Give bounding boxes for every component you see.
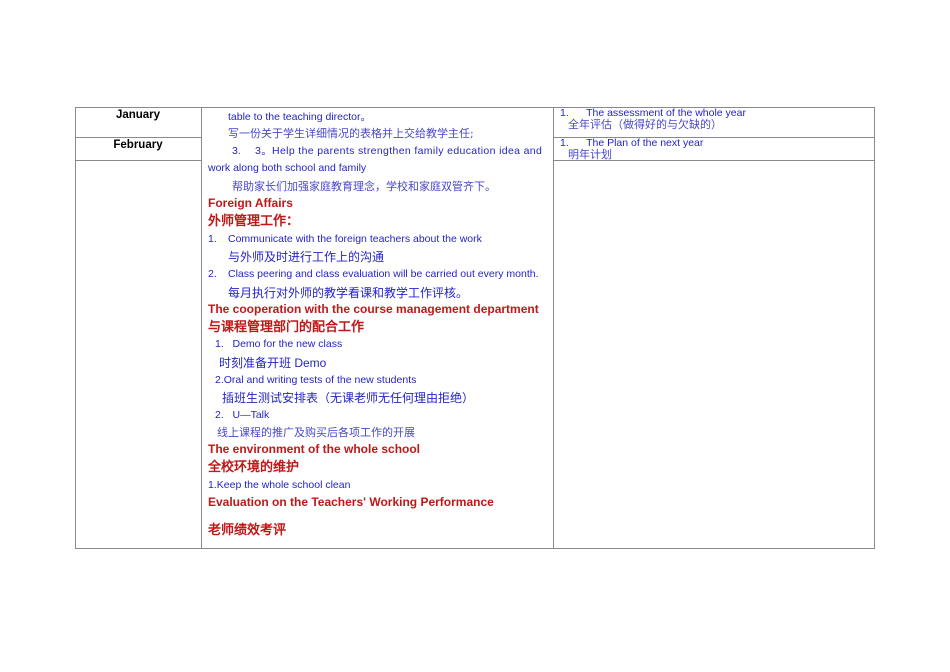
section-heading-cn: 外师管理工作： [208, 213, 300, 228]
list-item: Class peering and class evaluation will … [228, 268, 539, 280]
list-item: 2.Oral and writing tests of the new stud… [215, 374, 417, 386]
month-february: February [113, 139, 163, 151]
text-line: table to the teaching director。 [228, 111, 372, 123]
list-item: 2. U—Talk [215, 409, 270, 421]
list-item-cn: 线上课程的推广及购买后各项工作的开展 [217, 426, 415, 439]
text-line: 写一份关于学生详细情况的表格并上交给教学主任; [228, 127, 474, 140]
list-item-cn: 全年评估（做得好的与欠缺的） [568, 118, 722, 131]
section-heading-cn: 老师绩效考评 [208, 522, 287, 537]
text-line: 帮助家长们加强家庭教育理念，学校和家庭双管齐下。 [232, 180, 496, 193]
list-number: 3. [232, 145, 241, 157]
month-january: January [115, 109, 161, 121]
text-line: work along both school and family [208, 162, 367, 174]
list-number: 2. [208, 268, 217, 280]
list-item: 1. Demo for the new class [215, 338, 343, 350]
section-heading-cn: 与课程管理部门的配合工作 [208, 319, 365, 334]
list-item-cn: 明年计划 [568, 148, 612, 161]
section-heading: Evaluation on the Teachers' Working Perf… [208, 495, 494, 509]
list-item-cn: 插班生测试安排表（无课老师无任何理由拒绝） [222, 391, 475, 405]
list-item: 1.Keep the whole school clean [208, 479, 351, 491]
section-heading: The environment of the whole school [208, 442, 421, 456]
section-heading: The cooperation with the course manageme… [208, 302, 539, 316]
list-item-cn: 时刻准备开班 Demo [219, 356, 327, 370]
section-heading-cn: 全校环境的维护 [208, 459, 300, 474]
section-heading: Foreign Affairs [208, 196, 293, 210]
list-number: 1. [208, 233, 217, 245]
list-item: Communicate with the foreign teachers ab… [228, 233, 482, 245]
text-line: 3。Help the parents strengthen family edu… [255, 145, 543, 157]
list-item-cn: 与外师及时进行工作上的沟通 [228, 250, 385, 264]
list-item-cn: 每月执行对外师的教学看课和教学工作评核。 [228, 286, 469, 300]
